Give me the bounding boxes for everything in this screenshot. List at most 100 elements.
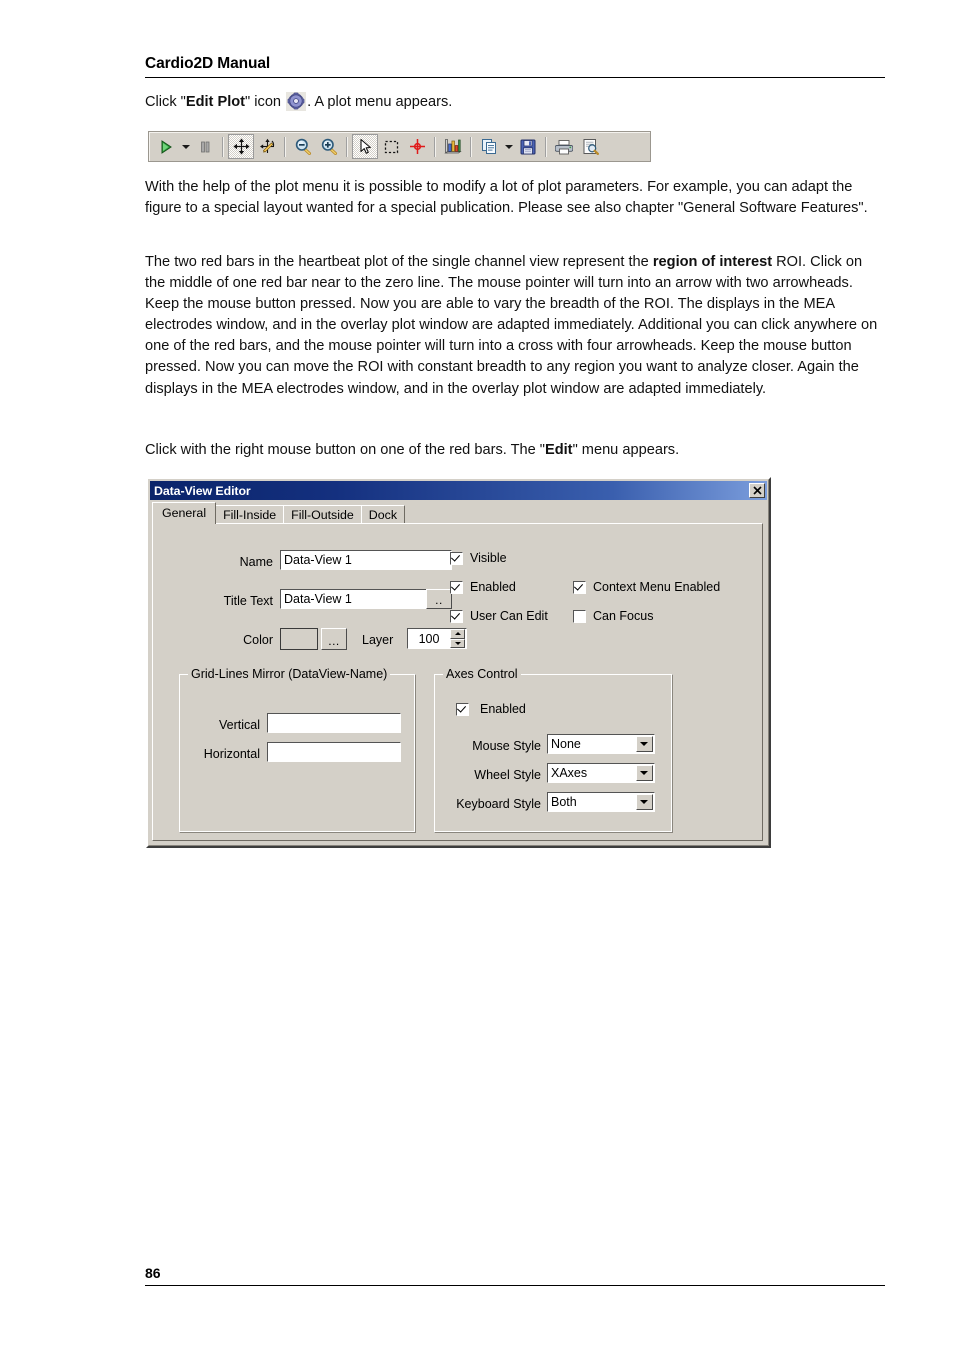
crosshair-button[interactable] <box>404 134 430 159</box>
name-input-value: Data-View 1 <box>284 553 352 567</box>
keyboard-style-value: Both <box>551 795 577 809</box>
rubber-band-button[interactable] <box>378 134 404 159</box>
copy-pages-icon <box>481 139 496 154</box>
zoom-in-button[interactable] <box>316 134 342 159</box>
caret-up-icon <box>454 632 461 636</box>
plot-menu-toolbar[interactable] <box>148 131 651 162</box>
red-crosshair-icon <box>409 139 425 154</box>
checkbox-can-focus-label: Can Focus <box>593 609 654 623</box>
tab-general[interactable]: General <box>152 502 217 524</box>
color-picker-label: ... <box>328 634 340 648</box>
layer-spin-buttons[interactable] <box>450 629 465 648</box>
toolbar-separator <box>222 136 224 157</box>
document-header: Cardio2D Manual <box>145 55 885 78</box>
chevron-down-icon[interactable] <box>635 794 653 810</box>
tab-dock[interactable]: Dock <box>360 505 406 524</box>
checkbox-context-menu-enabled-box[interactable] <box>573 580 586 594</box>
title-text-browse-label: .. <box>435 593 443 607</box>
tab-fill-inside[interactable]: Fill-Inside <box>215 505 285 524</box>
tab-fill-outside[interactable]: Fill-Outside <box>283 505 362 524</box>
chart-properties-button[interactable] <box>440 134 466 159</box>
dashed-rectangle-icon <box>384 140 398 153</box>
wheel-style-label: Wheel Style <box>474 768 541 782</box>
checkbox-user-can-edit-box[interactable] <box>450 609 463 623</box>
vertical-input[interactable] <box>267 713 401 733</box>
checkbox-user-can-edit-label: User Can Edit <box>470 609 548 623</box>
pause-button[interactable] <box>192 134 218 159</box>
layer-spin-up[interactable] <box>450 629 465 639</box>
title-text-label: Title Text <box>223 594 273 608</box>
print-preview-icon <box>583 139 599 155</box>
mouse-style-value: None <box>551 737 581 751</box>
chevron-down-icon <box>181 144 190 149</box>
checkbox-user-can-edit[interactable]: User Can Edit <box>450 609 548 623</box>
paragraph-3-part-2: " menu appears. <box>572 442 680 458</box>
run-dropdown[interactable] <box>179 134 192 159</box>
checkbox-visible-label: Visible <box>470 551 507 565</box>
axes-control-title: Axes Control <box>443 667 521 681</box>
checkbox-enabled-label: Enabled <box>470 580 516 594</box>
keyboard-style-select[interactable]: Both <box>547 792 655 812</box>
run-button[interactable] <box>153 134 179 159</box>
intro-middle: " icon <box>245 94 286 110</box>
wheel-style-value: XAxes <box>551 766 588 780</box>
checkbox-context-menu-enabled[interactable]: Context Menu Enabled <box>573 580 720 594</box>
zoom-out-button[interactable] <box>290 134 316 159</box>
dialog-titlebar: Data-View Editor <box>150 481 767 500</box>
paragraph-2-part-1: The two red bars in the heartbeat plot o… <box>145 254 653 270</box>
checkbox-context-menu-enabled-label: Context Menu Enabled <box>593 580 721 594</box>
layer-spinner[interactable]: 100 <box>407 628 467 649</box>
intro-bold-edit-plot: Edit Plot <box>185 94 246 110</box>
rotate-button[interactable] <box>254 134 280 159</box>
save-button[interactable] <box>515 134 541 159</box>
horizontal-input[interactable] <box>267 742 401 762</box>
checkbox-axes-enabled-box[interactable] <box>456 702 469 716</box>
color-label: Color <box>243 633 273 647</box>
checkbox-axes-enabled[interactable]: Enabled <box>456 702 526 716</box>
toolbar-separator <box>346 136 348 157</box>
chevron-down-icon <box>504 144 513 149</box>
tab-dock-label: Dock <box>368 508 398 522</box>
checkbox-enabled[interactable]: Enabled <box>450 580 516 594</box>
checkbox-visible-box[interactable] <box>450 551 463 565</box>
checkbox-visible[interactable]: Visible <box>450 551 507 565</box>
axes-control-group: Axes Control Enabled Mouse Style None Wh… <box>433 667 673 833</box>
wheel-style-select[interactable]: XAxes <box>547 763 655 783</box>
toolbar-separator <box>545 136 547 157</box>
checkbox-can-focus[interactable]: Can Focus <box>573 609 653 623</box>
mouse-style-select[interactable]: None <box>547 734 655 754</box>
title-text-browse-button[interactable]: .. <box>426 589 452 609</box>
print-button[interactable] <box>551 134 577 159</box>
magnifier-minus-icon <box>295 138 311 155</box>
copy-dropdown[interactable] <box>502 134 515 159</box>
checkbox-enabled-box[interactable] <box>450 580 463 594</box>
title-text-input-value: Data-View 1 <box>284 592 352 606</box>
checkbox-can-focus-box[interactable] <box>573 609 586 623</box>
paragraph-3-bold-edit: Edit <box>544 442 573 458</box>
color-swatch[interactable] <box>280 628 318 650</box>
intro-paragraph: Click "Edit Plot" icon . A plot menu app… <box>145 92 883 113</box>
general-tab-panel: Name Data-View 1 Title Text Data-View 1 … <box>152 523 763 841</box>
layer-spin-down[interactable] <box>450 638 465 648</box>
dialog-tabstrip[interactable]: General Fill-Inside Fill-Outside Dock <box>152 502 406 524</box>
chevron-down-icon[interactable] <box>635 765 653 781</box>
paragraph-2-bold-roi: region of interest <box>652 254 773 270</box>
magnifier-plus-icon <box>321 138 337 155</box>
copy-button[interactable] <box>476 134 502 159</box>
print-preview-button[interactable] <box>577 134 603 159</box>
document-footer: 86 <box>145 1265 885 1286</box>
toolbar-separator <box>434 136 436 157</box>
select-button[interactable] <box>352 134 378 159</box>
grid-lines-mirror-title: Grid-Lines Mirror (DataView-Name) <box>188 667 391 681</box>
color-picker-button[interactable]: ... <box>321 628 347 650</box>
grid-lines-mirror-group: Grid-Lines Mirror (DataView-Name) Vertic… <box>178 667 416 833</box>
pan-button[interactable] <box>228 134 254 159</box>
tab-fill-inside-label: Fill-Inside <box>223 508 277 522</box>
name-input[interactable]: Data-View 1 <box>280 550 452 570</box>
keyboard-style-label: Keyboard Style <box>456 797 541 811</box>
chevron-down-icon[interactable] <box>635 736 653 752</box>
title-text-input[interactable]: Data-View 1 <box>280 589 428 609</box>
gear-icon <box>286 92 307 111</box>
page-number: 86 <box>145 1265 161 1281</box>
close-icon[interactable] <box>749 482 765 498</box>
